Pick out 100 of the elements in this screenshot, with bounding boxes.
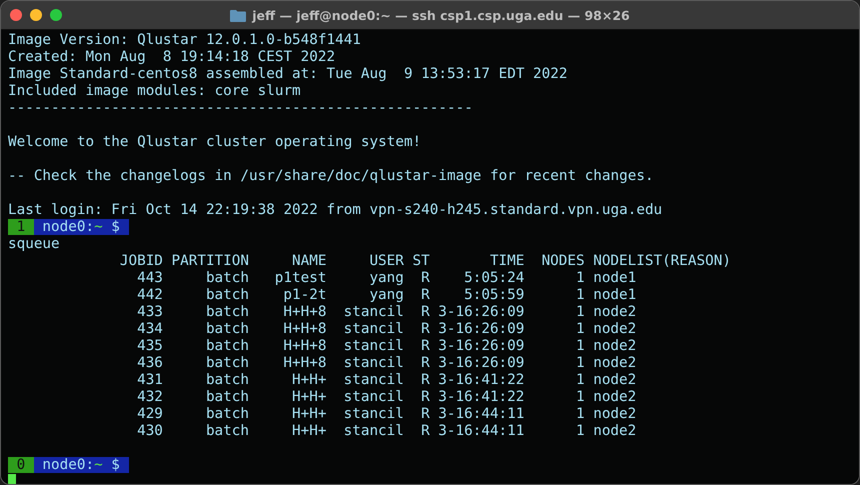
prompt-path: ~	[94, 219, 103, 235]
prompt-symbol: $	[102, 457, 129, 473]
prompt-path: ~	[94, 457, 103, 473]
table-cell-text: batch	[204, 406, 249, 423]
table-cell-text: stancil	[342, 406, 404, 423]
window-title: jeff — jeff@node0:~ — ssh csp1.csp.uga.edu — 98×26	[252, 8, 630, 22]
output-line: ------------------------------------------------------	[8, 100, 473, 116]
table-cell-text: node2	[592, 423, 638, 440]
table-cell-text: 1	[575, 389, 585, 406]
table-cell-text: H+H+8	[282, 355, 326, 372]
table-cell-text: batch	[204, 304, 249, 321]
table-cell-text: stancil	[342, 355, 404, 372]
table-cell-text: node1	[592, 270, 638, 287]
table-cell-text: stancil	[342, 321, 404, 338]
window-number: 0	[8, 457, 34, 473]
table-cell-text: 1	[575, 287, 585, 304]
output-line: Created: Mon Aug 8 19:14:18 CEST 2022	[8, 49, 336, 65]
table-cell-text: H+H+8	[282, 338, 326, 355]
table-cell-text: R	[420, 287, 430, 304]
table-cell-text: R	[420, 372, 430, 389]
table-cell-text: R	[420, 423, 430, 440]
prompt-host: node0:	[34, 457, 94, 473]
table-cell-text: H+H+	[291, 406, 326, 423]
output-line: Image Standard-centos8 assembled at: Tue Aug 9 13:53:17 EDT 2022	[8, 66, 568, 82]
table-cell-text: batch	[204, 338, 249, 355]
table-cell-text: batch	[204, 423, 249, 440]
table-cell-text: R	[420, 321, 430, 338]
table-cell-text: batch	[204, 321, 249, 338]
output-line: Included image modules: core slurm	[8, 83, 301, 99]
table-cell-text: R	[420, 355, 430, 372]
table-cell-text: node2	[592, 389, 638, 406]
table-cell-text: stancil	[342, 304, 404, 321]
table-cell-text: 3-16:26:09	[437, 304, 524, 321]
table-cell-text: batch	[204, 389, 249, 406]
table-cell-text: batch	[204, 287, 249, 304]
table-cell-text: stancil	[342, 423, 404, 440]
table-cell-text: 3-16:26:09	[437, 355, 524, 372]
table-cell-text: node1	[592, 287, 638, 304]
table-cell-text: 3-16:26:09	[437, 321, 524, 338]
table-cell-text: R	[420, 304, 430, 321]
table-cell-text: stancil	[342, 372, 404, 389]
table-cell-text: 1	[575, 355, 585, 372]
table-cell-text: 1	[575, 304, 585, 321]
column-header: NODES	[540, 253, 585, 270]
table-cell-text: 5:05:24	[463, 270, 524, 287]
table-cell-text: node2	[592, 304, 638, 321]
table-cell-text: stancil	[342, 389, 404, 406]
table-cell-text: p1test	[274, 270, 326, 287]
table-cell-text: 1	[575, 372, 585, 389]
table-cell-text: node2	[592, 338, 638, 355]
table-cell-text: node2	[592, 321, 638, 338]
table-cell-text: node2	[592, 372, 638, 389]
table-cell-text: H+H+8	[282, 304, 326, 321]
table-cell-text: 3-16:44:11	[437, 423, 524, 440]
table-cell-text: R	[420, 406, 430, 423]
table-cell-text: 435	[136, 338, 163, 355]
table-cell-text: 432	[136, 389, 163, 406]
table-cell-text: R	[420, 389, 430, 406]
table-cell-text: 429	[136, 406, 163, 423]
table-cell-text: 433	[136, 304, 163, 321]
table-cell-text: yang	[368, 270, 404, 287]
column-header: USER	[368, 253, 404, 270]
table-cell-text: 434	[136, 321, 163, 338]
table-cell-text: 3-16:41:22	[437, 372, 524, 389]
output-line: Last login: Fri Oct 14 22:19:38 2022 from vpn-s240-h245.standard.vpn.uga.edu	[8, 202, 662, 218]
table-cell-text: 443	[136, 270, 163, 287]
table-cell-text: stancil	[342, 338, 404, 355]
output-line: Welcome to the Qlustar cluster operating system!	[8, 134, 422, 150]
output-line: Image Version: Qlustar 12.0.1.0-b548f1441	[8, 32, 361, 48]
column-header: ST	[411, 253, 430, 270]
table-cell-text: batch	[204, 270, 249, 287]
table-cell-text: R	[420, 270, 430, 287]
column-header: NAME	[291, 253, 326, 270]
table-cell-text: node2	[592, 406, 638, 423]
table-cell-text: 430	[136, 423, 163, 440]
table-cell-text: H+H+	[291, 389, 326, 406]
prompt-symbol: $	[102, 219, 129, 235]
table-cell-text: 1	[575, 423, 585, 440]
table-cell-text: p1-2t	[282, 287, 326, 304]
table-cell-text: 3-16:26:09	[437, 338, 524, 355]
output-line: squeue	[8, 236, 60, 252]
table-cell-text: 3-16:41:22	[437, 389, 524, 406]
table-cell-text: batch	[204, 372, 249, 389]
table-cell-text: 1	[575, 338, 585, 355]
table-cell-text: H+H+8	[282, 321, 326, 338]
table-cell-text: H+H+	[291, 423, 326, 440]
table-cell-text: H+H+	[291, 372, 326, 389]
column-header: TIME	[488, 253, 524, 270]
table-cell-text: 3-16:44:11	[437, 406, 524, 423]
table-cell-text: 431	[136, 372, 163, 389]
table-cell-text: yang	[368, 287, 404, 304]
table-cell-text: R	[420, 338, 430, 355]
table-cell-text: 436	[136, 355, 163, 372]
table-cell-text: 1	[575, 406, 585, 423]
table-cell-text: 5:05:59	[463, 287, 524, 304]
column-header: JOBID	[118, 253, 163, 270]
prompt-host: node0:	[34, 219, 94, 235]
table-cell-text: 442	[136, 287, 163, 304]
column-header: NODELIST(REASON)	[592, 253, 732, 270]
output-line: -- Check the changelogs in /usr/share/doc/qlustar-image for recent changes.	[8, 168, 654, 184]
